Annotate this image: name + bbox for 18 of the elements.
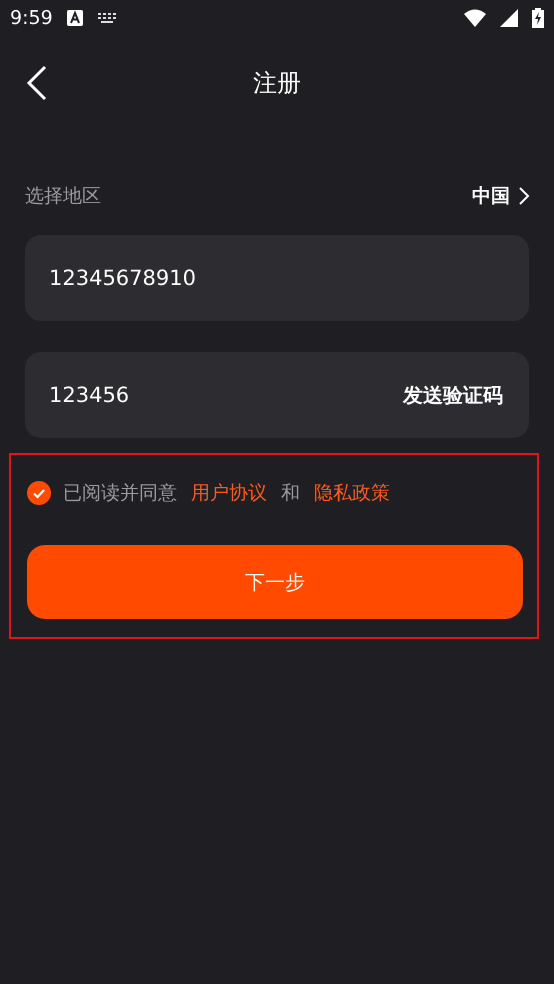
privacy-policy-link[interactable]: 隐私政策 [314, 480, 390, 506]
signal-icon [500, 9, 518, 27]
battery-icon [532, 8, 544, 28]
text-a-icon [66, 10, 83, 26]
page-title: 注册 [253, 69, 301, 97]
agreement-text: 已阅读并同意 [63, 481, 177, 506]
agree-checkbox[interactable] [27, 481, 51, 505]
chevron-right-icon [518, 186, 530, 206]
wifi-icon [464, 9, 486, 27]
region-selector[interactable]: 中国 [472, 183, 530, 209]
region-label: 选择地区 [25, 184, 101, 209]
back-button[interactable] [26, 65, 48, 101]
phone-field[interactable]: 12345678910 [25, 235, 529, 321]
keyboard-icon [96, 12, 117, 24]
user-agreement-link[interactable]: 用户协议 [191, 480, 267, 506]
conjunction-text: 和 [281, 481, 300, 506]
clock-time: 9:59 [10, 7, 53, 29]
send-code-button[interactable]: 发送验证码 [403, 382, 503, 409]
